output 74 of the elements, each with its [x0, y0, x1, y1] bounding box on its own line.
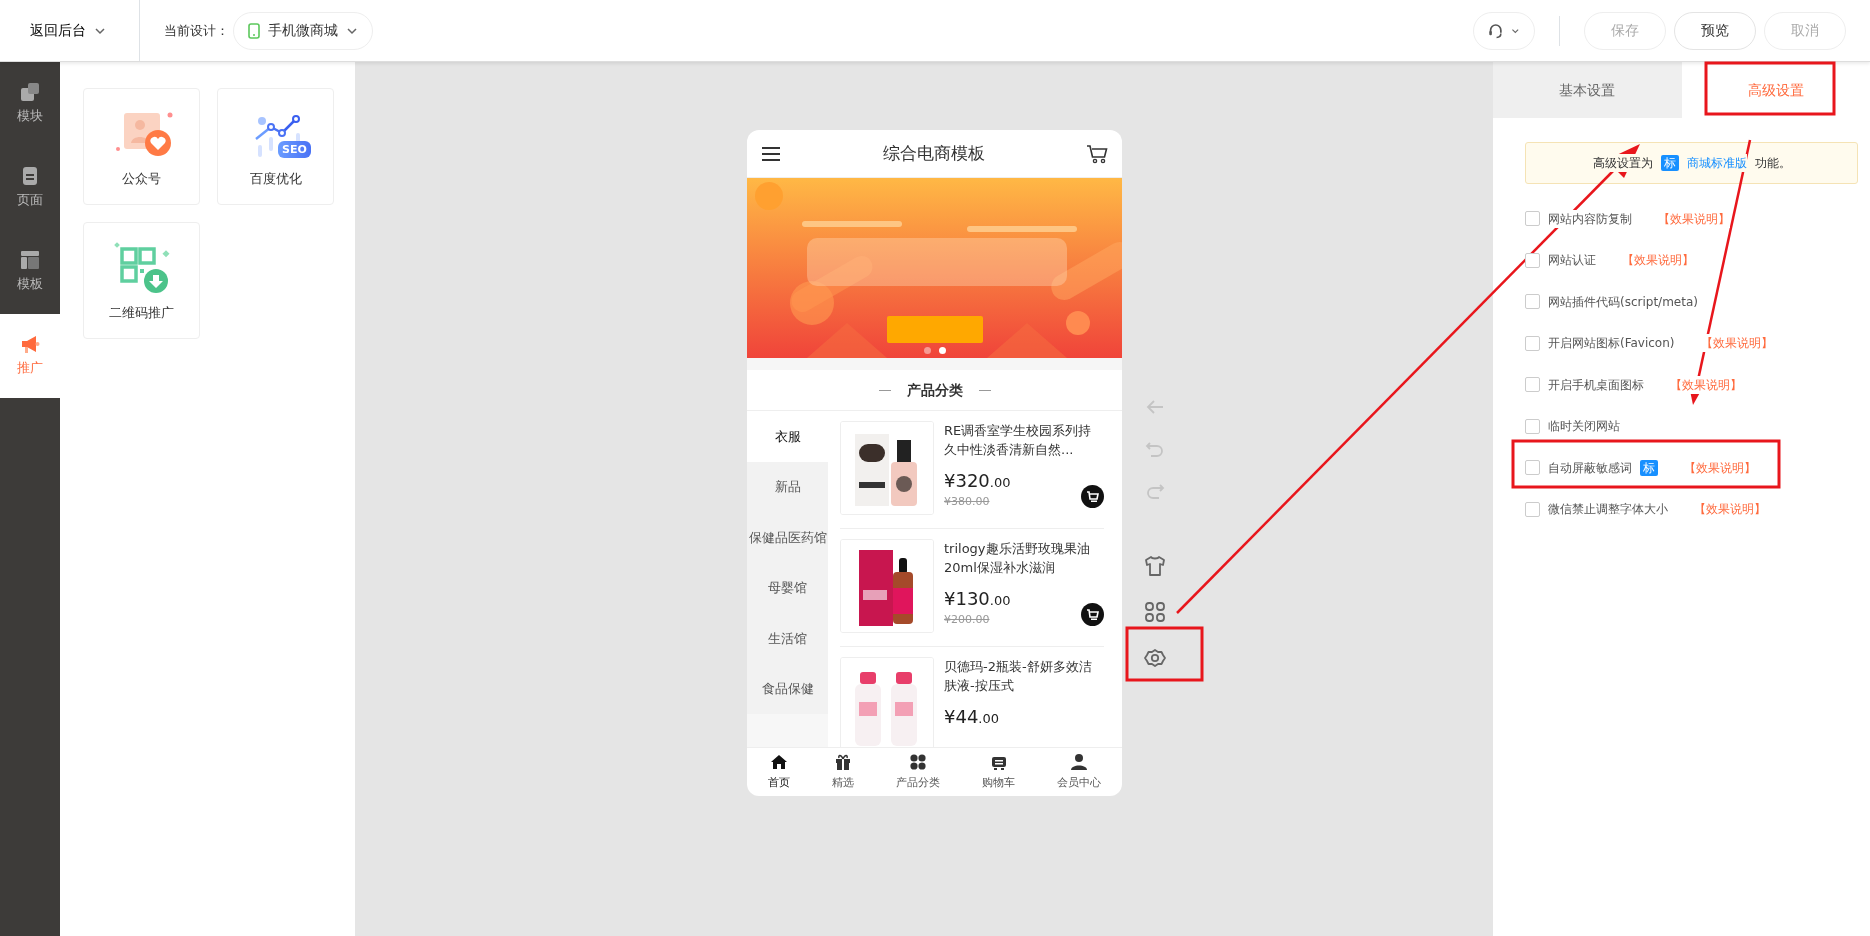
home-icon — [770, 752, 788, 771]
user-icon — [1070, 752, 1088, 771]
headset-icon — [1488, 21, 1504, 40]
sidebar-item[interactable]: 模块 — [0, 62, 60, 146]
tab-bar-item[interactable]: 精选 — [811, 747, 875, 796]
checkbox[interactable] — [1525, 294, 1540, 310]
original-price: ¥380.00 — [944, 494, 990, 511]
standard-badge: 标 — [1640, 459, 1658, 476]
checkbox[interactable] — [1525, 377, 1540, 393]
tab-bar-item[interactable]: 首页 — [747, 747, 811, 796]
caret-icon — [346, 25, 358, 36]
category-item[interactable]: 食品保健 — [747, 663, 828, 715]
module-label: 二维码推广 — [109, 304, 174, 322]
design-label: 当前设计： — [164, 21, 229, 40]
page-icon — [20, 166, 40, 187]
checkbox[interactable] — [1525, 335, 1540, 351]
seo-badge: SEO — [278, 141, 311, 158]
category-item[interactable]: 衣服 — [747, 411, 828, 462]
option-label: 开启手机桌面图标 — [1548, 375, 1644, 394]
cart-icon — [1086, 490, 1099, 504]
add-to-cart-button[interactable] — [1081, 485, 1104, 509]
section-title: 产品分类 — [906, 380, 963, 400]
add-to-cart-button[interactable] — [1081, 603, 1104, 627]
checkbox[interactable] — [1525, 501, 1540, 517]
product-name[interactable]: trilogy趣乐活野玫瑰果油20ml保湿补水滋润 — [944, 539, 1104, 578]
sidebar-item[interactable]: 模板 — [0, 230, 60, 314]
module-card[interactable]: 二维码推广 — [83, 222, 200, 339]
price: ¥130.00 — [944, 587, 1011, 612]
tab-bar-item[interactable]: 会员中心 — [1036, 747, 1122, 796]
category-item[interactable]: 生活馆 — [747, 613, 828, 664]
standard-badge: 标 — [1660, 155, 1679, 171]
cart-icon[interactable] — [1086, 143, 1108, 164]
design-select[interactable]: 手机微商城 — [233, 11, 373, 50]
checkbox[interactable] — [1525, 460, 1540, 476]
original-price: ¥200.00 — [944, 612, 990, 629]
caret-icon — [1511, 26, 1520, 35]
module-card[interactable]: SEO 百度优化 — [217, 88, 334, 205]
module-label: 百度优化 — [249, 170, 302, 188]
menu-icon[interactable] — [761, 145, 781, 162]
checkbox[interactable] — [1525, 211, 1540, 227]
settings-tab[interactable]: 基本设置 — [1493, 62, 1682, 118]
category-item[interactable]: 保健品医药馆 — [747, 512, 828, 563]
sidebar-item[interactable]: 页面 — [0, 146, 60, 230]
shirt-icon[interactable] — [1143, 554, 1167, 578]
module-label: 公众号 — [122, 170, 161, 188]
settings-icon[interactable] — [1143, 646, 1167, 670]
notice-text: 高级设置为 — [1592, 154, 1653, 172]
tab-bar-item[interactable]: 产品分类 — [875, 747, 961, 796]
carousel-dot[interactable] — [923, 347, 931, 355]
megaphone-icon — [20, 334, 40, 355]
checkbox[interactable] — [1525, 252, 1540, 268]
product-name[interactable]: RE调香室学生校园系列持久中性淡香清新自然... — [944, 421, 1104, 460]
category-item[interactable]: 新品 — [747, 461, 828, 513]
category-item[interactable]: 母婴馆 — [747, 562, 828, 614]
caret-icon — [94, 25, 106, 36]
carousel-dot[interactable] — [938, 347, 946, 355]
module-card[interactable]: 公众号 — [83, 88, 200, 205]
support-button[interactable] — [1473, 11, 1535, 50]
grid-icon — [909, 752, 927, 771]
back-menu[interactable]: 返回后台 — [0, 0, 140, 61]
layout-icon — [20, 250, 40, 271]
blocks-icon — [20, 82, 40, 103]
price: ¥44.00 — [944, 705, 1000, 730]
page-title: 综合电商模板 — [882, 141, 985, 165]
price: ¥320.00 — [944, 469, 1011, 494]
phone-icon — [248, 22, 260, 39]
option-label: 网站内容防复制 — [1548, 209, 1632, 228]
tab-bar-item[interactable]: 购物车 — [961, 747, 1036, 796]
product-name[interactable]: 贝德玛-2瓶装-舒妍多效洁肤液-按压式 — [944, 657, 1104, 696]
checkbox[interactable] — [1525, 418, 1540, 434]
toolbar-button[interactable]: 预览 — [1674, 11, 1756, 50]
grid-icon[interactable] — [1143, 600, 1167, 624]
cart-icon — [1086, 608, 1099, 622]
gift-icon — [834, 752, 852, 771]
